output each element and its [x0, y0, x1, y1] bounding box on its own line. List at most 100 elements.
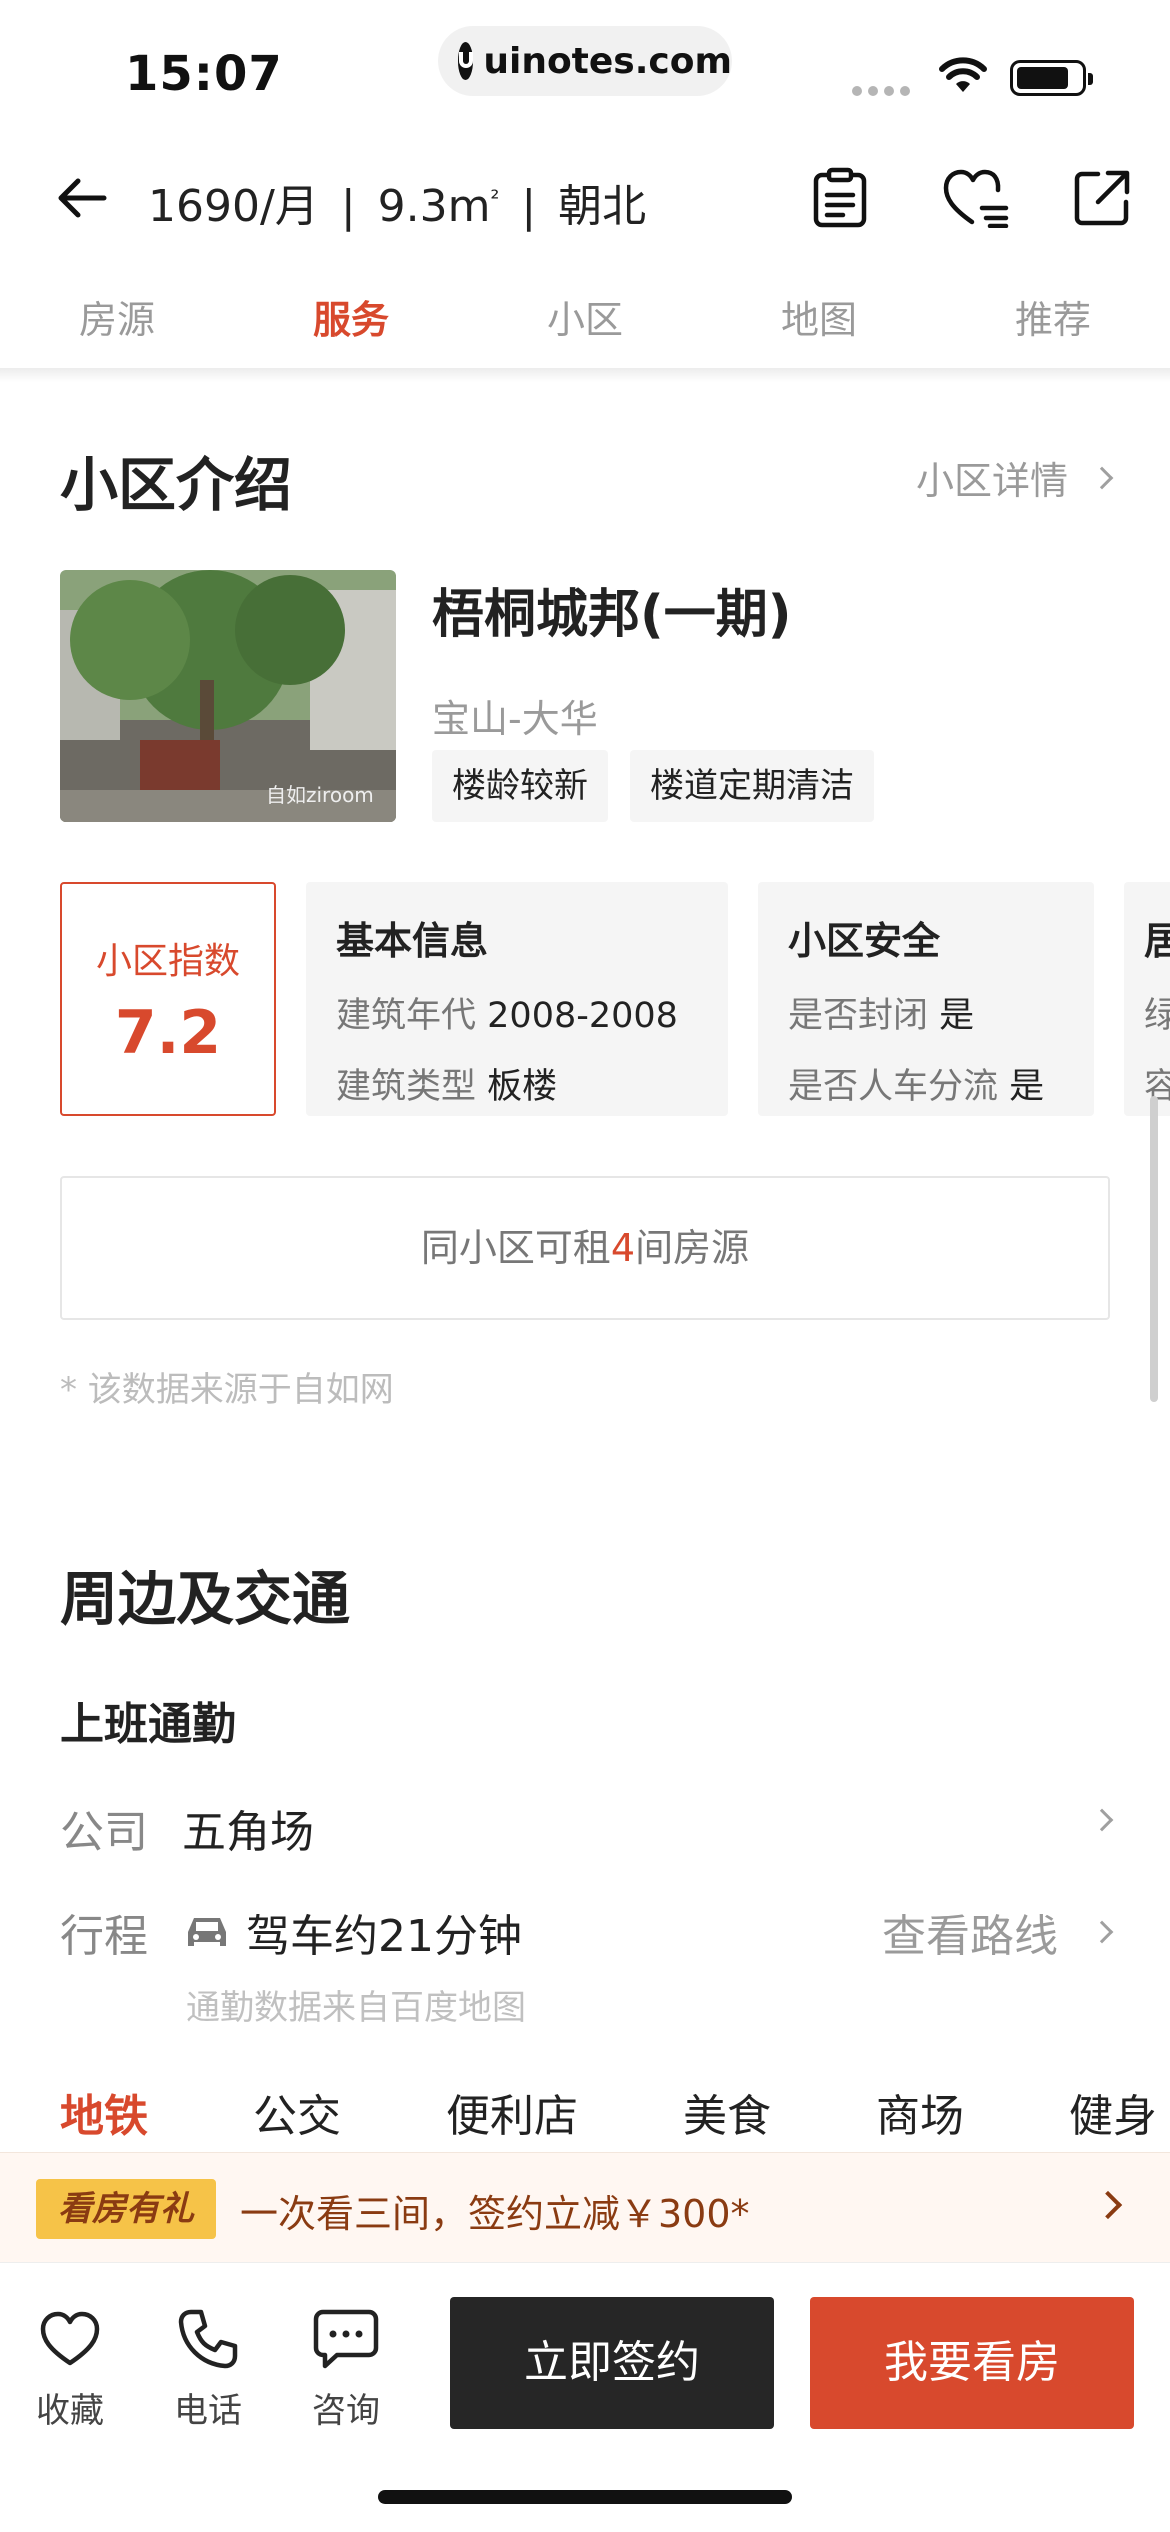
row-key: 绿	[1144, 996, 1170, 1036]
listing-summary: 1690/月 | 9.3m² | 朝北	[148, 170, 646, 234]
chat-icon	[313, 2309, 379, 2369]
community-photo[interactable]: 自如ziroom	[60, 570, 396, 822]
photo-watermark: 自如ziroom	[266, 783, 374, 807]
community-name: 梧桐城邦(一期)	[432, 585, 792, 645]
sign-now-button[interactable]: 立即签约	[450, 2297, 774, 2429]
company-label: 公司	[60, 1807, 148, 1858]
url-pill[interactable]: uinotes.com	[438, 26, 732, 96]
row-value: 是	[939, 996, 975, 1036]
community-location: 宝山-大华	[432, 697, 598, 741]
back-arrow-icon[interactable]	[52, 168, 112, 228]
poi-tab-mall[interactable]: 商场	[876, 2080, 964, 2160]
card-row: 是否封闭 是	[788, 987, 1064, 1038]
tab-divider	[0, 368, 1170, 382]
phone-icon	[178, 2309, 238, 2369]
trip-info: 驾车约21分钟	[182, 1900, 522, 1964]
listing-area: 9.3m	[377, 181, 491, 232]
card-title: 基本信息	[336, 919, 489, 963]
consult-button[interactable]: 咨询	[286, 2303, 406, 2432]
basic-info-card[interactable]: 基本信息 建筑年代 2008-2008 建筑类型 板楼	[306, 882, 728, 1116]
promo-banner[interactable]: 看房有礼 一次看三间，签约立减￥300*	[0, 2152, 1170, 2262]
score-value: 7.2	[114, 998, 222, 1068]
same-community-suffix: 间房源	[635, 1226, 750, 1270]
site-icon	[458, 42, 474, 80]
top-nav: 1690/月 | 9.3m² | 朝北	[0, 150, 1170, 250]
tab-map[interactable]: 地图	[702, 280, 936, 360]
card-title: 小区安全	[788, 919, 941, 963]
community-tag: 楼龄较新	[432, 750, 608, 822]
card-row: 绿	[1144, 987, 1170, 1038]
score-label: 小区指数	[95, 941, 240, 982]
community-photo-image: 自如ziroom	[60, 570, 396, 822]
row-key: 是否人车分流	[788, 1067, 999, 1107]
status-bar: 15:07 uinotes.com	[0, 0, 1170, 130]
battery-icon	[1010, 60, 1093, 96]
same-community-count: 4	[610, 1226, 636, 1270]
poi-tab-subway[interactable]: 地铁	[60, 2080, 148, 2160]
promo-text: 一次看三间，签约立减￥300*	[240, 2192, 750, 2236]
tab-recommend[interactable]: 推荐	[936, 280, 1170, 360]
promo-badge: 看房有礼	[36, 2179, 216, 2239]
consult-label: 咨询	[312, 2391, 380, 2431]
poi-tab-store[interactable]: 便利店	[446, 2080, 578, 2160]
safety-card[interactable]: 小区安全 是否封闭 是 是否人车分流 是	[758, 882, 1094, 1116]
card-row: 建筑类型 板楼	[336, 1058, 698, 1109]
poi-tab-bus[interactable]: 公交	[253, 2080, 341, 2160]
heart-list-icon	[943, 169, 1009, 228]
summary-separator: |	[340, 181, 356, 232]
chevron-right-icon	[1090, 1808, 1114, 1832]
url-text: uinotes.com	[483, 40, 732, 82]
listing-facing: 朝北	[558, 181, 647, 232]
signal-dots-icon	[852, 86, 910, 96]
share-icon	[1074, 170, 1130, 226]
book-viewing-button[interactable]: 我要看房	[810, 2297, 1134, 2429]
poi-tab-gym[interactable]: 健身	[1069, 2080, 1157, 2160]
home-indicator[interactable]	[378, 2490, 792, 2504]
heart-icon	[40, 2311, 100, 2366]
phone-button[interactable]: 电话	[148, 2303, 268, 2432]
area-unit: ²	[490, 186, 500, 212]
chevron-right-icon	[1093, 2190, 1123, 2220]
same-community-listings-button[interactable]: 同小区可租4间房源	[60, 1176, 1110, 1320]
chevron-right-icon	[1090, 1920, 1114, 1944]
scrollbar[interactable]	[1150, 1096, 1158, 1402]
card-title: 居	[1144, 919, 1170, 963]
community-score-card: 小区指数 7.2	[60, 882, 276, 1116]
row-key: 是否封闭	[788, 996, 929, 1036]
community-detail-link[interactable]: 小区详情	[915, 450, 1114, 505]
poi-tab-food[interactable]: 美食	[683, 2080, 771, 2160]
tab-community[interactable]: 小区	[468, 280, 702, 360]
company-chevron[interactable]	[1090, 1808, 1114, 1832]
traffic-section-title: 周边及交通	[60, 1565, 351, 1633]
favorite-button[interactable]: 收藏	[10, 2303, 130, 2432]
data-source-note: * 该数据来源于自如网	[60, 1370, 394, 1410]
row-key: 建筑年代	[336, 996, 477, 1036]
trip-label: 行程	[60, 1911, 148, 1962]
commute-source-note: 通勤数据来自百度地图	[186, 1988, 526, 2028]
poi-category-tabs: 地铁 公交 便利店 美食 商场 健身	[60, 2080, 1170, 2160]
wifi-icon	[939, 57, 987, 92]
row-value: 板楼	[487, 1067, 558, 1107]
card-row: 建筑年代 2008-2008	[336, 987, 698, 1038]
commute-title: 上班通勤	[60, 1699, 236, 1750]
community-section-title: 小区介绍	[60, 451, 293, 519]
tab-listing[interactable]: 房源	[0, 280, 234, 360]
view-route-link[interactable]: 查看路线	[882, 1900, 1114, 1964]
community-detail-label: 小区详情	[915, 459, 1068, 503]
clipboard-icon	[813, 167, 867, 228]
row-value: 2008-2008	[487, 996, 678, 1036]
living-card-partial[interactable]: 居 绿 容	[1124, 882, 1170, 1116]
trip-value: 驾车约21分钟	[246, 1911, 522, 1962]
tab-service[interactable]: 服务	[234, 280, 468, 360]
clipboard-button[interactable]	[804, 162, 876, 234]
same-community-prefix: 同小区可租	[420, 1226, 611, 1270]
row-key: 建筑类型	[336, 1067, 477, 1107]
car-icon	[188, 1918, 226, 1946]
card-row: 是否人车分流 是	[788, 1058, 1064, 1109]
listing-price: 1690/月	[148, 181, 319, 232]
chevron-right-icon	[1090, 466, 1114, 489]
community-tag: 楼道定期清洁	[630, 750, 874, 822]
share-button[interactable]	[1066, 162, 1138, 234]
company-value[interactable]: 五角场	[182, 1796, 314, 1860]
favorite-list-button[interactable]	[940, 162, 1012, 234]
